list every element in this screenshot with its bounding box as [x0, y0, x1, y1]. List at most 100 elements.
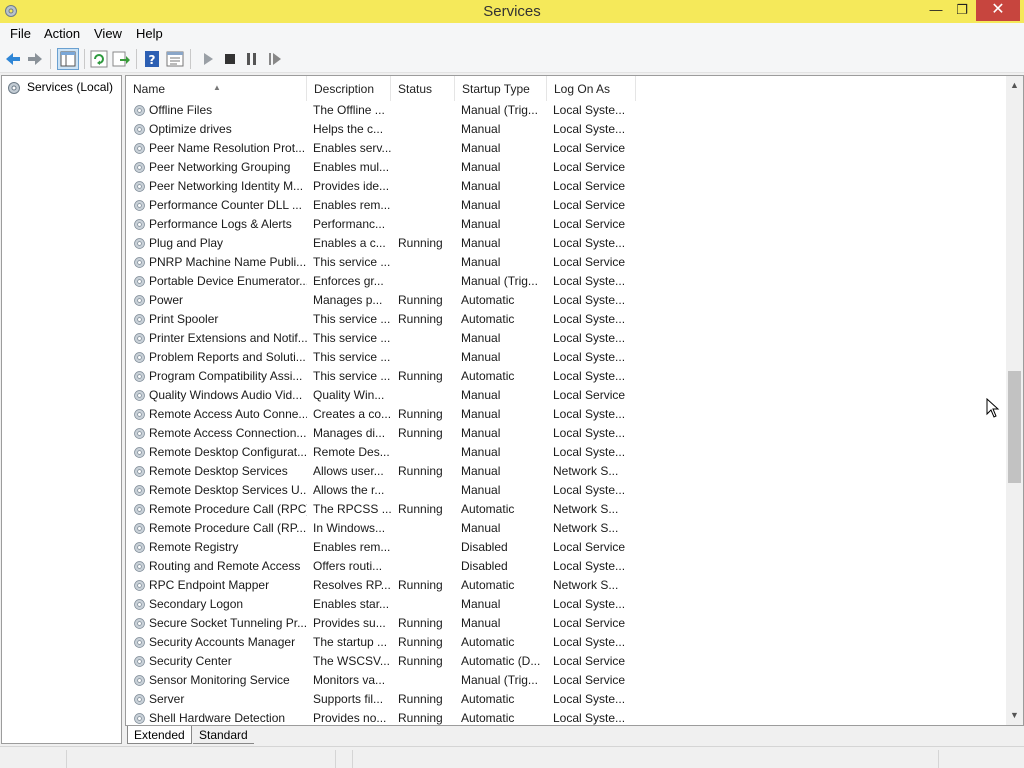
- table-row[interactable]: Optimize drives Helps the c... Manual Local…: [126, 120, 1006, 139]
- tab-standard[interactable]: Standard: [193, 726, 254, 744]
- service-status: [398, 445, 458, 461]
- service-description: Performanc...: [313, 217, 386, 231]
- status-segment: [938, 750, 939, 768]
- table-row[interactable]: Server Supports fil... Running Automatic Loc…: [126, 690, 1006, 709]
- help-icon[interactable]: ?: [142, 49, 162, 69]
- service-status: [398, 559, 458, 575]
- service-description: Helps the c...: [313, 122, 384, 136]
- table-row[interactable]: Peer Networking Grouping Enables mul... Ma…: [126, 158, 1006, 177]
- service-description: Enables rem...: [313, 198, 391, 212]
- service-description: Remote Des...: [313, 445, 390, 459]
- table-row[interactable]: Performance Counter DLL ... Enables rem..…: [126, 196, 1006, 215]
- console-tree: Services (Local): [1, 75, 122, 744]
- title-bar[interactable]: Services — ❐ ✕: [0, 0, 1024, 23]
- table-row[interactable]: RPC Endpoint Mapper Resolves RP... Running…: [126, 576, 1006, 595]
- table-row[interactable]: Print Spooler This service ... Running Auto…: [126, 310, 1006, 329]
- service-log-on-as: Local Syste...: [553, 350, 626, 364]
- table-row[interactable]: Problem Reports and Soluti... This servic…: [126, 348, 1006, 367]
- window-title: Services: [483, 3, 541, 20]
- column-header-log-on-as[interactable]: Log On As: [547, 76, 636, 101]
- show-hide-tree-icon[interactable]: [57, 48, 79, 70]
- service-status: [398, 122, 458, 138]
- column-header-startup-type[interactable]: Startup Type: [455, 76, 547, 101]
- service-gear-icon: [134, 561, 145, 572]
- table-row[interactable]: Security Accounts Manager The startup ...…: [126, 633, 1006, 652]
- service-log-on-as: Network S...: [553, 502, 619, 516]
- table-row[interactable]: Remote Desktop Services U... Allows the r…: [126, 481, 1006, 500]
- service-gear-icon: [134, 314, 145, 325]
- scroll-up-icon[interactable]: ▲: [1006, 77, 1023, 94]
- resume-icon[interactable]: [265, 49, 285, 69]
- status-segment: [66, 750, 67, 768]
- column-header-status[interactable]: Status: [391, 76, 455, 101]
- service-status: Running: [398, 369, 443, 383]
- table-row[interactable]: Remote Desktop Configurat... Remote Des..…: [126, 443, 1006, 462]
- service-description: Enables a c...: [313, 236, 386, 250]
- service-description: Supports fil...: [313, 692, 384, 706]
- service-description: Enables mul...: [313, 160, 390, 174]
- service-log-on-as: Local Syste...: [553, 483, 626, 497]
- table-row[interactable]: Remote Procedure Call (RP... In Windows..…: [126, 519, 1006, 538]
- menu-file[interactable]: File: [10, 26, 31, 41]
- restore-button[interactable]: ❐: [948, 0, 976, 21]
- status-bar: [0, 746, 1024, 768]
- scrollbar-thumb[interactable]: [1008, 371, 1021, 483]
- table-row[interactable]: Peer Networking Identity M... Provides id…: [126, 177, 1006, 196]
- service-startup-type: Manual: [461, 141, 501, 155]
- scroll-down-icon[interactable]: ▼: [1006, 707, 1023, 724]
- vertical-scrollbar[interactable]: ▲ ▼: [1006, 76, 1023, 725]
- table-row[interactable]: Peer Name Resolution Prot... Enables serv…: [126, 139, 1006, 158]
- service-status: [398, 255, 458, 271]
- service-startup-type: Manual: [461, 122, 501, 136]
- table-row[interactable]: Offline Files The Offline ... Manual (Trig…: [126, 101, 1006, 120]
- service-name: Plug and Play: [149, 236, 224, 250]
- table-row[interactable]: Sensor Monitoring Service Monitors va... M…: [126, 671, 1006, 690]
- table-row[interactable]: Program Compatibility Assi... This servic…: [126, 367, 1006, 386]
- service-description: Enables star...: [313, 597, 390, 611]
- start-icon[interactable]: [198, 49, 218, 69]
- table-row[interactable]: Portable Device Enumerator... Enforces gr…: [126, 272, 1006, 291]
- refresh-icon[interactable]: [89, 49, 109, 69]
- forward-icon[interactable]: [25, 49, 45, 69]
- stop-icon[interactable]: [220, 49, 240, 69]
- table-row[interactable]: Performance Logs & Alerts Performanc... Ma…: [126, 215, 1006, 234]
- minimize-button[interactable]: —: [922, 0, 950, 21]
- table-row[interactable]: Secure Socket Tunneling Pr... Provides su…: [126, 614, 1006, 633]
- service-description: Offers routi...: [313, 559, 383, 573]
- table-row[interactable]: Secondary Logon Enables star... Manual Loca…: [126, 595, 1006, 614]
- menu-view[interactable]: View: [94, 26, 122, 41]
- table-row[interactable]: Remote Desktop Services Allows user... Run…: [126, 462, 1006, 481]
- table-row[interactable]: Power Manages p... Running Automatic Local S…: [126, 291, 1006, 310]
- service-log-on-as: Local Syste...: [553, 407, 626, 421]
- table-row[interactable]: Printer Extensions and Notif... This serv…: [126, 329, 1006, 348]
- service-status: Running: [398, 236, 443, 250]
- service-description: Allows the r...: [313, 483, 385, 497]
- column-header-description[interactable]: Description: [307, 76, 391, 101]
- service-name: Peer Name Resolution Prot...: [149, 141, 306, 155]
- service-status: [398, 673, 458, 689]
- service-startup-type: Manual: [461, 255, 501, 269]
- table-row[interactable]: Remote Procedure Call (RPC) The RPCSS ...…: [126, 500, 1006, 519]
- menu-action[interactable]: Action: [44, 26, 80, 41]
- back-icon[interactable]: [3, 49, 23, 69]
- column-header-name[interactable]: ▲ Name: [126, 76, 307, 101]
- service-log-on-as: Local Service: [553, 141, 626, 155]
- table-row[interactable]: Security Center The WSCSV... Running Automa…: [126, 652, 1006, 671]
- table-row[interactable]: Remote Access Auto Conne... Creates a co.…: [126, 405, 1006, 424]
- table-row[interactable]: Plug and Play Enables a c... Running Manual…: [126, 234, 1006, 253]
- properties-icon[interactable]: [165, 49, 185, 69]
- table-row[interactable]: Remote Access Connection... Manages di...…: [126, 424, 1006, 443]
- menu-help[interactable]: Help: [136, 26, 163, 41]
- service-log-on-as: Local Syste...: [553, 369, 626, 383]
- pause-icon[interactable]: [242, 49, 262, 69]
- tab-extended[interactable]: Extended: [127, 726, 192, 744]
- export-list-icon[interactable]: [111, 49, 131, 69]
- table-row[interactable]: Remote Registry Enables rem... Disabled Loc…: [126, 538, 1006, 557]
- service-status: Running: [398, 635, 443, 649]
- table-row[interactable]: Shell Hardware Detection Provides no... Ru…: [126, 709, 1006, 725]
- table-row[interactable]: Quality Windows Audio Vid... Quality Win.…: [126, 386, 1006, 405]
- table-row[interactable]: Routing and Remote Access Offers routi...…: [126, 557, 1006, 576]
- close-button[interactable]: ✕: [976, 0, 1020, 21]
- table-row[interactable]: PNRP Machine Name Publi... This service .…: [126, 253, 1006, 272]
- service-name: Routing and Remote Access: [149, 559, 301, 573]
